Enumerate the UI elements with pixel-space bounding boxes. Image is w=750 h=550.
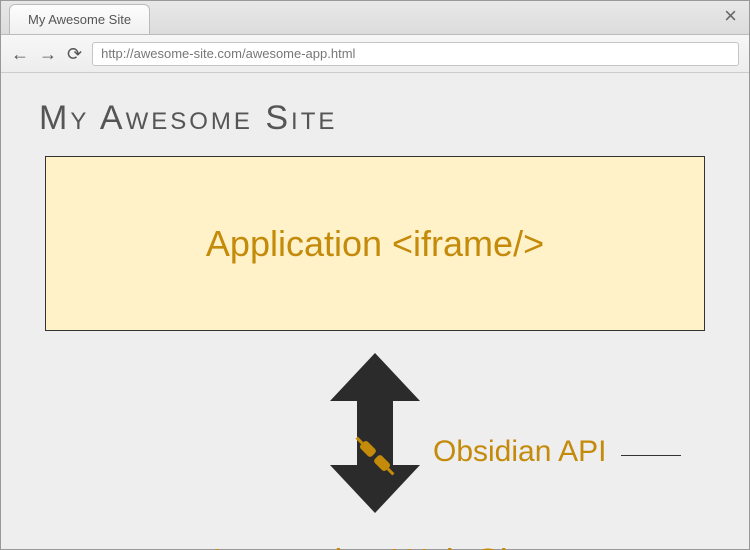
page-viewport: My Awesome Site Application <iframe/> Ob…: [1, 73, 749, 549]
close-icon[interactable]: ×: [724, 5, 737, 27]
api-rule-line: [621, 455, 681, 456]
back-icon[interactable]: ←: [11, 45, 29, 63]
url-bar[interactable]: http://awesome-site.com/awesome-app.html: [92, 42, 739, 66]
iframe-label: Application <iframe/>: [206, 223, 544, 265]
api-label: Obsidian API: [433, 435, 606, 469]
url-text: http://awesome-site.com/awesome-app.html: [101, 46, 355, 61]
browser-tab[interactable]: My Awesome Site: [9, 4, 150, 34]
application-iframe-box: Application <iframe/>: [45, 156, 705, 331]
forward-icon[interactable]: →: [39, 45, 57, 63]
tab-bar: My Awesome Site ×: [1, 1, 749, 35]
tab-title: My Awesome Site: [28, 12, 131, 27]
reload-icon[interactable]: ⟳: [67, 45, 82, 63]
browser-window: My Awesome Site × ← → ⟳ http://awesome-s…: [0, 0, 750, 550]
connector-plug-icon: [347, 428, 403, 484]
toolbar: ← → ⟳ http://awesome-site.com/awesome-ap…: [1, 35, 749, 73]
integration-label: Integration Web Site: [1, 541, 749, 550]
page-title: My Awesome Site: [39, 99, 711, 138]
